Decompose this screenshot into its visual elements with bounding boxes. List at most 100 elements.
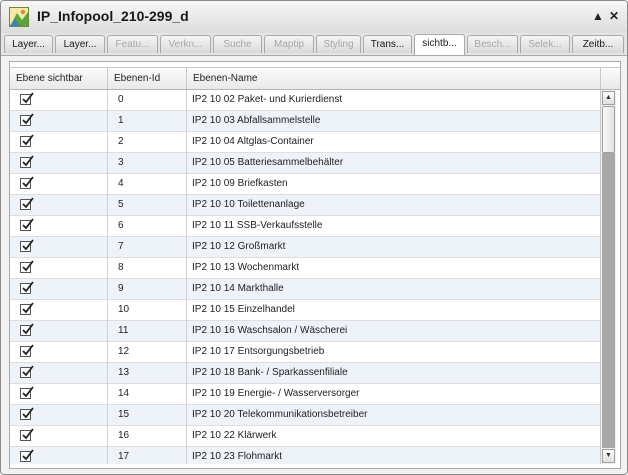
visible-checkbox[interactable] (20, 260, 34, 273)
table-row[interactable]: 1 IP2 10 03 Abfallsammelstelle (10, 111, 600, 132)
layer-name-cell: IP2 10 14 Markthalle (192, 283, 284, 294)
minimize-button[interactable]: ▲ (592, 9, 604, 23)
layer-id-cell: 12 (118, 346, 130, 357)
layer-id-cell: 8 (118, 262, 124, 273)
vertical-scrollbar[interactable]: ▲ ▼ (600, 90, 616, 464)
table-row[interactable]: 17 IP2 10 23 Flohmarkt (10, 447, 600, 464)
layer-name-cell: IP2 10 23 Flohmarkt (192, 451, 283, 462)
table-row[interactable]: 9 IP2 10 14 Markthalle (10, 279, 600, 300)
tab-3: Featu... (107, 35, 158, 53)
checkmark-icon (22, 197, 34, 209)
table-row[interactable]: 15 IP2 10 20 Telekommunikationsbetreiber (10, 405, 600, 426)
visible-checkbox[interactable] (20, 92, 34, 105)
checkmark-icon (22, 323, 34, 335)
table-row[interactable]: 8 IP2 10 13 Wochenmarkt (10, 258, 600, 279)
layer-id-cell: 14 (118, 388, 130, 399)
tab-9[interactable]: sichtb... (414, 34, 465, 55)
checkmark-icon (22, 281, 34, 293)
visible-checkbox[interactable] (20, 407, 34, 420)
tab-12[interactable]: Zeitb... (572, 35, 624, 53)
visible-checkbox[interactable] (20, 386, 34, 399)
table-row[interactable]: 12 IP2 10 17 Entsorgungsbetrieb (10, 342, 600, 363)
visible-checkbox[interactable] (20, 323, 34, 336)
visible-checkbox[interactable] (20, 176, 34, 189)
layer-id-cell: 1 (118, 115, 124, 126)
tab-bar: Layer... Layer... Featu... Verkn... Suche Map… (1, 33, 627, 56)
table-row[interactable]: 5 IP2 10 10 Toilettenanlage (10, 195, 600, 216)
layer-name-cell: IP2 10 02 Paket- und Kurierdienst (192, 94, 343, 105)
table-row[interactable]: 6 IP2 10 11 SSB-Verkaufsstelle (10, 216, 600, 237)
layer-name-cell: IP2 10 05 Batteriesammelbehälter (192, 157, 344, 168)
checkmark-icon (22, 155, 34, 167)
scroll-thumb[interactable] (602, 106, 615, 153)
table-row[interactable]: 3 IP2 10 05 Batteriesammelbehälter (10, 153, 600, 174)
visible-checkbox[interactable] (20, 113, 34, 126)
visible-checkbox[interactable] (20, 218, 34, 231)
layer-id-cell: 10 (118, 304, 130, 315)
checkmark-icon (22, 386, 34, 398)
visible-checkbox[interactable] (20, 197, 34, 210)
checkmark-icon (22, 239, 34, 251)
column-divider (186, 90, 187, 464)
map-layer-icon (9, 7, 29, 27)
layer-id-cell: 16 (118, 430, 130, 441)
layer-name-cell: IP2 10 16 Waschsalon / Wäscherei (192, 325, 348, 336)
column-divider (107, 90, 108, 464)
layer-id-cell: 0 (118, 94, 124, 105)
tab-6: Maptip (264, 35, 314, 53)
tab-4: Verkn... (160, 35, 211, 53)
tab-8[interactable]: Trans... (363, 35, 412, 53)
checkmark-icon (22, 302, 34, 314)
tab-2[interactable]: Layer... (55, 35, 105, 53)
scroll-down-button[interactable]: ▼ (602, 449, 615, 463)
layer-name-cell: IP2 10 09 Briefkasten (192, 178, 288, 189)
layer-name-cell: IP2 10 19 Energie- / Wasserversorger (192, 388, 360, 399)
visible-checkbox[interactable] (20, 281, 34, 294)
visibility-table-panel: Ebene sichtbar Ebenen-Id Ebenen-Name 0 IP… (9, 61, 621, 469)
checkmark-icon (22, 344, 34, 356)
layer-id-cell: 7 (118, 241, 124, 252)
visible-checkbox[interactable] (20, 239, 34, 252)
table-header: Ebene sichtbar Ebenen-Id Ebenen-Name (10, 67, 620, 90)
layer-name-cell: IP2 10 15 Einzelhandel (192, 304, 295, 315)
table-row[interactable]: 16 IP2 10 22 Klärwerk (10, 426, 600, 447)
column-header-id[interactable]: Ebenen-Id (108, 68, 187, 89)
visible-checkbox[interactable] (20, 302, 34, 315)
layer-id-cell: 13 (118, 367, 130, 378)
checkmark-icon (22, 260, 34, 272)
column-header-name[interactable]: Ebenen-Name (187, 68, 601, 89)
visible-checkbox[interactable] (20, 449, 34, 462)
visible-checkbox[interactable] (20, 134, 34, 147)
layer-id-cell: 4 (118, 178, 124, 189)
table-row[interactable]: 10 IP2 10 15 Einzelhandel (10, 300, 600, 321)
layer-name-cell: IP2 10 22 Klärwerk (192, 430, 277, 441)
table-row[interactable]: 2 IP2 10 04 Altglas-Container (10, 132, 600, 153)
table-row[interactable]: 7 IP2 10 12 Großmarkt (10, 237, 600, 258)
checkmark-icon (22, 365, 34, 377)
table-row[interactable]: 0 IP2 10 02 Paket- und Kurierdienst (10, 90, 600, 111)
table-row[interactable]: 14 IP2 10 19 Energie- / Wasserversorger (10, 384, 600, 405)
checkmark-icon (22, 449, 34, 461)
table-body: 0 IP2 10 02 Paket- und Kurierdienst 1 IP2 1… (10, 90, 600, 464)
layer-id-cell: 2 (118, 136, 124, 147)
title-bar[interactable]: IP_Infopool_210-299_d ▲ ✕ (1, 1, 627, 34)
scroll-up-button[interactable]: ▲ (602, 91, 615, 105)
layer-id-cell: 15 (118, 409, 130, 420)
visible-checkbox[interactable] (20, 365, 34, 378)
close-button[interactable]: ✕ (609, 9, 619, 23)
table-row[interactable]: 13 IP2 10 18 Bank- / Sparkassenfiliale (10, 363, 600, 384)
visible-checkbox[interactable] (20, 428, 34, 441)
column-header-visible[interactable]: Ebene sichtbar (10, 68, 108, 89)
layer-id-cell: 5 (118, 199, 124, 210)
checkmark-icon (22, 176, 34, 188)
visible-checkbox[interactable] (20, 344, 34, 357)
visible-checkbox[interactable] (20, 155, 34, 168)
tab-1[interactable]: Layer... (4, 35, 53, 53)
layer-id-cell: 3 (118, 157, 124, 168)
checkmark-icon (22, 92, 34, 104)
table-row[interactable]: 4 IP2 10 09 Briefkasten (10, 174, 600, 195)
scroll-track[interactable] (602, 153, 615, 448)
table-row[interactable]: 11 IP2 10 16 Waschsalon / Wäscherei (10, 321, 600, 342)
checkmark-icon (22, 407, 34, 419)
layer-id-cell: 9 (118, 283, 124, 294)
